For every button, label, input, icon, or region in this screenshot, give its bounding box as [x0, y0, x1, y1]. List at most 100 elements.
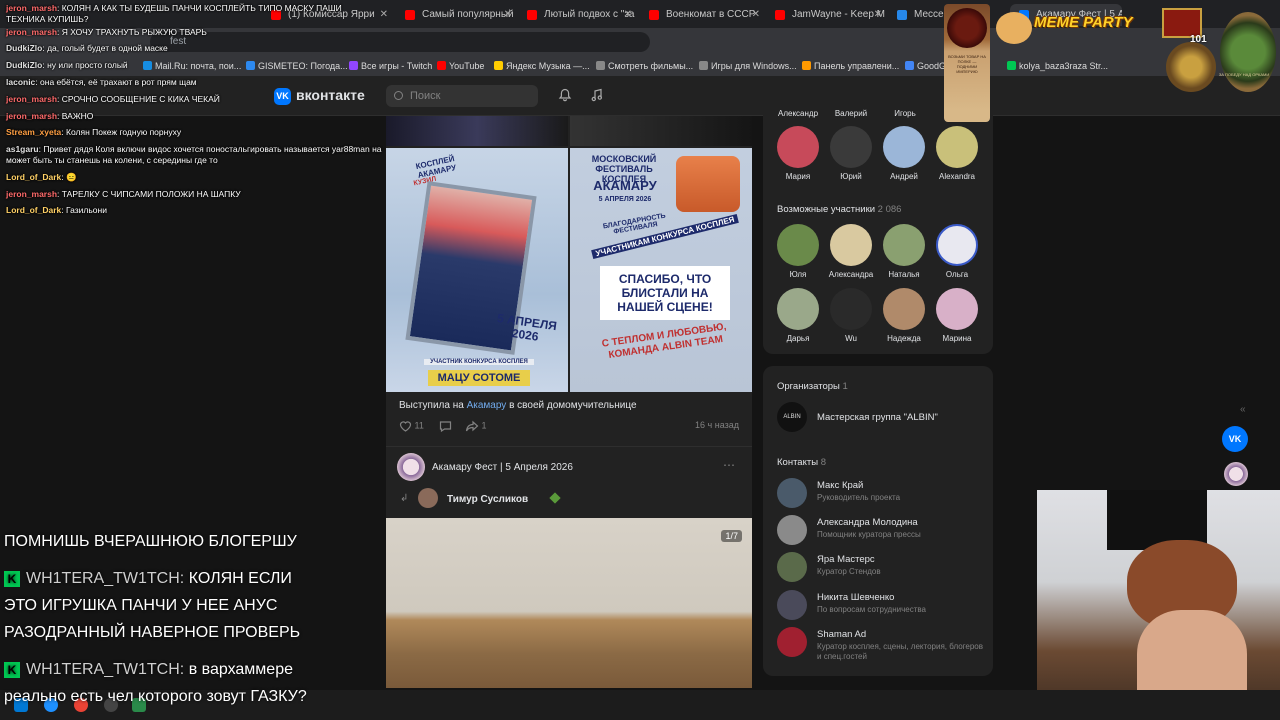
- more-icon[interactable]: ⋯: [723, 458, 736, 472]
- bookmark-item[interactable]: Яндекс Музыка —...: [494, 58, 590, 74]
- avatar: [777, 627, 807, 657]
- stamp-overlay: ВОЗЬМИ ТОВАР НА ПОЛКЕ — ПОДНИМИ ИМПЕРИЮ: [944, 4, 990, 122]
- friend-name[interactable]: Игорь: [883, 109, 927, 118]
- youtube-icon: [527, 10, 537, 20]
- ork-badge-icon: [1220, 12, 1276, 92]
- youtube-icon: [649, 10, 659, 20]
- youtube-icon: [437, 61, 446, 70]
- share-icon: [465, 420, 479, 432]
- divider: [386, 446, 752, 447]
- browser-tab[interactable]: JamWayne - Keep M ✕: [766, 4, 886, 26]
- participant-item[interactable]: Юля: [776, 224, 820, 279]
- contact-item[interactable]: Никита Шевченко По вопросам сотрудничеств…: [777, 590, 987, 624]
- collapse-icon[interactable]: «: [1240, 404, 1246, 415]
- contact-item[interactable]: Яра Мастерс Куратор Стендов: [777, 552, 987, 586]
- badges-overlay: 101 ЗА ПОБЕДУ НАД ОРКАМИ: [1160, 6, 1280, 94]
- close-tab-icon[interactable]: ✕: [752, 4, 760, 26]
- participant-item[interactable]: Марина: [935, 288, 979, 343]
- friend-name[interactable]: Александр: [775, 109, 821, 118]
- panel-icon: [802, 61, 811, 70]
- group-chat-icon[interactable]: [1224, 462, 1248, 486]
- avatar: [777, 515, 807, 545]
- chat-message: jeron_marsh: ВАЖНО: [6, 110, 94, 121]
- friend-item[interactable]: Андрей: [882, 126, 926, 181]
- chat-line: K WH1TERA_TW1TCH: КОЛЯН ЕСЛИ: [4, 565, 364, 592]
- bell-icon[interactable]: [558, 88, 572, 102]
- avatar: [777, 478, 807, 508]
- participant-item[interactable]: Надежда: [882, 288, 926, 343]
- contact-item[interactable]: Макс Край Руководитель проекта: [777, 478, 987, 512]
- event-feed: КОСПЛЕЙ АКАМАРУ КУЗИЛ 5 АПРЕЛЯ 2026 УЧАС…: [386, 116, 752, 688]
- close-tab-icon[interactable]: ✕: [624, 4, 632, 26]
- cosplay-poster[interactable]: КОСПЛЕЙ АКАМАРУ КУЗИЛ 5 АПРЕЛЯ 2026 УЧАС…: [386, 148, 568, 392]
- post-photo[interactable]: 1/7: [386, 518, 752, 688]
- pencil-emoji-icon: [549, 492, 561, 504]
- possible-participants-header[interactable]: Возможные участники 2 086: [777, 204, 901, 215]
- avatar: [777, 590, 807, 620]
- participant-item[interactable]: Дарья: [776, 288, 820, 343]
- participant-item[interactable]: Наталья: [882, 224, 926, 279]
- chat-message: DudkiZlo: ну или просто голый: [6, 60, 128, 71]
- like-button[interactable]: 11: [399, 420, 424, 432]
- post-author[interactable]: Акамару Фест | 5 Апреля 2026: [432, 462, 573, 473]
- kick-icon: K: [4, 570, 20, 587]
- participant-item[interactable]: Ольга: [935, 224, 979, 279]
- organizer-logo[interactable]: ALBIN: [777, 402, 807, 432]
- close-tab-icon[interactable]: ✕: [874, 4, 882, 26]
- contact-item[interactable]: Александра Молодина Помощник куратора пре…: [777, 515, 987, 549]
- side-widgets: « VK: [1222, 404, 1250, 494]
- participants-panel: Александр Валерий Игорь Мария Юрий Андре…: [763, 106, 993, 354]
- chat-message: jeron_marsh: Я ХОЧУ ТРАХНУТЬ РЫЖУЮ ТВАРЬ: [6, 26, 207, 37]
- photo-counter: 1/7: [721, 530, 742, 542]
- friend-item[interactable]: Мария: [776, 126, 820, 181]
- post-image[interactable]: [570, 116, 752, 146]
- close-tab-icon[interactable]: ✕: [504, 4, 512, 26]
- comment-button[interactable]: [439, 420, 452, 434]
- post-image[interactable]: [386, 116, 568, 146]
- vk-messenger-icon[interactable]: VK: [1222, 426, 1248, 452]
- user-avatar[interactable]: [418, 488, 438, 508]
- bookmark-item[interactable]: kolya_baza3raza Str...: [1007, 58, 1108, 74]
- chat-line: реально есть чел которого зовут ГАЗКУ?: [4, 688, 307, 705]
- contact-item[interactable]: Shaman Ad Куратор косплея, сцены, лектори…: [777, 627, 987, 661]
- organizer-name[interactable]: Мастерская группа "ALBIN": [817, 412, 938, 423]
- browser-tab[interactable]: Лютый подвох с "за ✕: [518, 4, 636, 26]
- youtube-icon: [775, 10, 785, 20]
- contacts-header[interactable]: Контакты 8: [777, 457, 826, 468]
- kick-chat-overlay: ПОМНИШЬ ВЧЕРАШНЮЮ БЛОГЕРШУ K WH1TERA_TW1T…: [4, 528, 364, 710]
- bookmark-item[interactable]: Панель управлени...: [802, 58, 899, 74]
- repost-author[interactable]: Тимур Сусликов: [447, 494, 528, 505]
- share-button[interactable]: 1: [465, 420, 487, 432]
- music-icon[interactable]: [590, 88, 604, 102]
- seal-icon: [947, 8, 987, 48]
- search-input[interactable]: Поиск: [386, 85, 538, 107]
- group-avatar[interactable]: [397, 453, 425, 481]
- chat-message: Stream_xyeta: Колян Покеж годную порнуху: [6, 127, 182, 138]
- medal-icon: [1166, 42, 1216, 92]
- bookmark-item[interactable]: YouTube: [437, 58, 484, 74]
- chat-line: ПОМНИШЬ ВЧЕРАШНЮЮ БЛОГЕРШУ: [4, 533, 297, 550]
- avatar: [777, 288, 819, 330]
- participant-item[interactable]: Wu: [829, 288, 873, 343]
- folder-icon: [596, 61, 605, 70]
- bookmark-item[interactable]: Игры для Windows...: [699, 58, 797, 74]
- repost-icon: ↲: [400, 493, 409, 504]
- webcam-feed: [1037, 490, 1280, 720]
- friend-item[interactable]: Юрий: [829, 126, 873, 181]
- chat-message: laconic: она ебётся, её трахают в рот пр…: [6, 76, 197, 87]
- mention-link[interactable]: Акамару: [467, 400, 507, 411]
- stream-chat: jeron_marsh: КОЛЯН А КАК ТЫ БУДЕШЬ ПАНЧИ…: [0, 0, 382, 235]
- chat-message: Lord_of_Dark: Газильони: [6, 205, 107, 216]
- chat-line: K WH1TERA_TW1TCH: в вархаммере: [4, 656, 364, 683]
- friend-item[interactable]: Alexandra: [935, 126, 979, 181]
- browser-tab[interactable]: Самый популярный ✕: [396, 4, 516, 26]
- browser-tab[interactable]: Военкомат в СССР ✕: [640, 4, 764, 26]
- chat-message: Lord_of_Dark: 😑: [6, 171, 77, 182]
- friend-name[interactable]: Валерий: [829, 109, 873, 118]
- comment-icon: [439, 421, 452, 433]
- thanks-poster[interactable]: МОСКОВСКИЙ ФЕСТИВАЛЬ КОСПЛЕЯ АКАМАРУ 5 А…: [570, 148, 752, 392]
- bookmark-item[interactable]: Смотреть фильмы...: [596, 58, 693, 74]
- close-tab-icon[interactable]: ✕: [380, 4, 388, 26]
- organizers-header[interactable]: Организаторы 1: [777, 381, 848, 392]
- participant-item[interactable]: Александра: [827, 224, 875, 279]
